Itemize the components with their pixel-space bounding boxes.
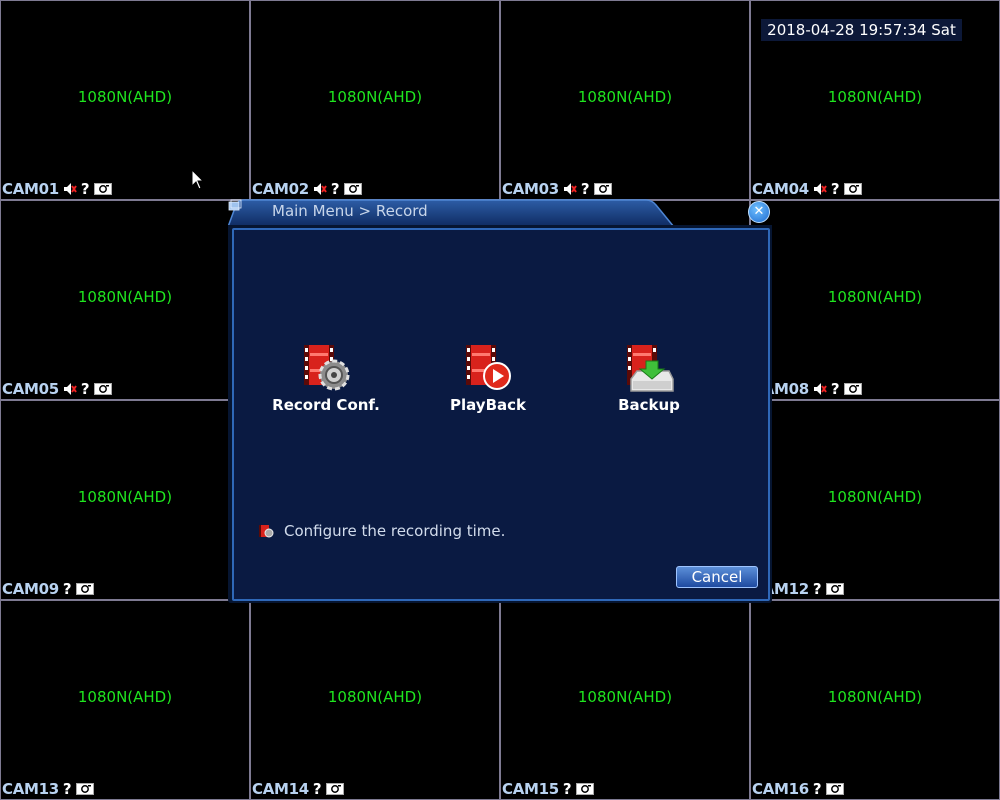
camera-tile[interactable]: 1080N(AHD) CAM08? — [750, 200, 1000, 400]
backup-label: Backup — [618, 396, 680, 414]
question-icon: ? — [580, 180, 590, 198]
record-config-small-icon — [259, 525, 274, 538]
camera-status-bar: CAM13? — [2, 780, 94, 798]
camera-name: CAM03 — [502, 180, 559, 198]
hint-text: Configure the recording time. — [284, 522, 506, 540]
audio-muted-icon — [313, 183, 327, 195]
dialog-title-tab: Main Menu > Record — [228, 199, 681, 227]
datetime-overlay: 2018-04-28 19:57:34 Sat — [761, 19, 962, 41]
audio-muted-icon — [563, 183, 577, 195]
camera-name: CAM09 — [2, 580, 59, 598]
camera-snapshot-icon — [843, 383, 862, 395]
close-button[interactable]: ✕ — [748, 201, 770, 223]
camera-status-bar: CAM09? — [2, 580, 94, 598]
dialog-body: Record Conf. PlayBack Backup Configure t… — [232, 228, 770, 601]
camera-status-bar: CAM14? — [252, 780, 344, 798]
record-menu-dialog: Main Menu > Record ✕ Record Conf. PlayBa… — [228, 199, 772, 603]
backup-icon — [627, 345, 674, 392]
question-icon: ? — [62, 580, 72, 598]
question-icon: ? — [80, 380, 90, 398]
question-icon: ? — [812, 780, 822, 798]
question-icon: ? — [312, 780, 322, 798]
camera-resolution-label: 1080N(AHD) — [77, 688, 173, 706]
camera-tile[interactable]: 1080N(AHD) CAM05? — [0, 200, 250, 400]
camera-snapshot-icon — [843, 183, 862, 195]
camera-status-bar: CAM05? — [2, 380, 112, 398]
camera-resolution-label: 1080N(AHD) — [827, 88, 923, 106]
dialog-title: Main Menu > Record — [272, 202, 428, 220]
hint-bar: Configure the recording time. — [258, 522, 505, 540]
camera-snapshot-icon — [593, 183, 612, 195]
camera-status-bar: CAM04? — [752, 180, 862, 198]
camera-resolution-label: 1080N(AHD) — [827, 288, 923, 306]
camera-name: CAM01 — [2, 180, 59, 198]
camera-resolution-label: 1080N(AHD) — [327, 88, 423, 106]
camera-snapshot-icon — [75, 783, 94, 795]
camera-name: CAM15 — [502, 780, 559, 798]
mouse-cursor-icon — [191, 169, 205, 190]
camera-name: CAM05 — [2, 380, 59, 398]
camera-snapshot-icon — [75, 583, 94, 595]
camera-tile[interactable]: 1080N(AHD) CAM12? — [750, 400, 1000, 600]
audio-muted-icon — [63, 383, 77, 395]
camera-status-bar: CAM01? — [2, 180, 112, 198]
camera-snapshot-icon — [825, 783, 844, 795]
camera-name: CAM02 — [252, 180, 309, 198]
camera-resolution-label: 1080N(AHD) — [77, 88, 173, 106]
question-icon: ? — [62, 780, 72, 798]
camera-resolution-label: 1080N(AHD) — [77, 488, 173, 506]
camera-snapshot-icon — [93, 383, 112, 395]
audio-muted-icon — [813, 183, 827, 195]
camera-resolution-label: 1080N(AHD) — [77, 288, 173, 306]
question-icon: ? — [830, 180, 840, 198]
question-icon: ? — [330, 180, 340, 198]
camera-snapshot-icon — [825, 583, 844, 595]
playback-button[interactable]: PlayBack — [428, 341, 548, 414]
menu-title-icon — [228, 199, 242, 211]
camera-tile[interactable]: 1080N(AHD) CAM14? — [250, 600, 500, 800]
question-icon: ? — [562, 780, 572, 798]
camera-name: CAM04 — [752, 180, 809, 198]
camera-tile[interactable]: 1080N(AHD) CAM16? — [750, 600, 1000, 800]
record-conf-button[interactable]: Record Conf. — [266, 341, 386, 414]
camera-status-bar: CAM16? — [752, 780, 844, 798]
camera-status-bar: CAM15? — [502, 780, 594, 798]
question-icon: ? — [80, 180, 90, 198]
camera-resolution-label: 1080N(AHD) — [327, 688, 423, 706]
dialog-frame: Record Conf. PlayBack Backup Configure t… — [228, 225, 772, 603]
record-config-icon — [304, 345, 350, 391]
camera-resolution-label: 1080N(AHD) — [577, 88, 673, 106]
camera-snapshot-icon — [575, 783, 594, 795]
camera-status-bar: CAM03? — [502, 180, 612, 198]
playback-icon — [466, 345, 511, 390]
camera-name: CAM13 — [2, 780, 59, 798]
camera-tile[interactable]: 1080N(AHD) CAM13? — [0, 600, 250, 800]
camera-name: CAM14 — [252, 780, 309, 798]
backup-button[interactable]: Backup — [589, 341, 709, 414]
cancel-button[interactable]: Cancel — [676, 566, 758, 588]
audio-muted-icon — [63, 183, 77, 195]
camera-tile[interactable]: 1080N(AHD) CAM01? — [0, 0, 250, 200]
camera-tile[interactable]: 1080N(AHD) CAM03? — [500, 0, 750, 200]
camera-snapshot-icon — [325, 783, 344, 795]
playback-label: PlayBack — [450, 396, 526, 414]
camera-tile[interactable]: 1080N(AHD) CAM02? — [250, 0, 500, 200]
camera-resolution-label: 1080N(AHD) — [577, 688, 673, 706]
record-conf-label: Record Conf. — [272, 396, 380, 414]
audio-muted-icon — [813, 383, 827, 395]
camera-resolution-label: 1080N(AHD) — [827, 488, 923, 506]
camera-status-bar: CAM02? — [252, 180, 362, 198]
camera-tile[interactable]: 1080N(AHD) CAM15? — [500, 600, 750, 800]
question-icon: ? — [830, 380, 840, 398]
question-icon: ? — [812, 580, 822, 598]
camera-tile[interactable]: 1080N(AHD) CAM09? — [0, 400, 250, 600]
camera-snapshot-icon — [343, 183, 362, 195]
camera-name: CAM16 — [752, 780, 809, 798]
camera-snapshot-icon — [93, 183, 112, 195]
camera-resolution-label: 1080N(AHD) — [827, 688, 923, 706]
